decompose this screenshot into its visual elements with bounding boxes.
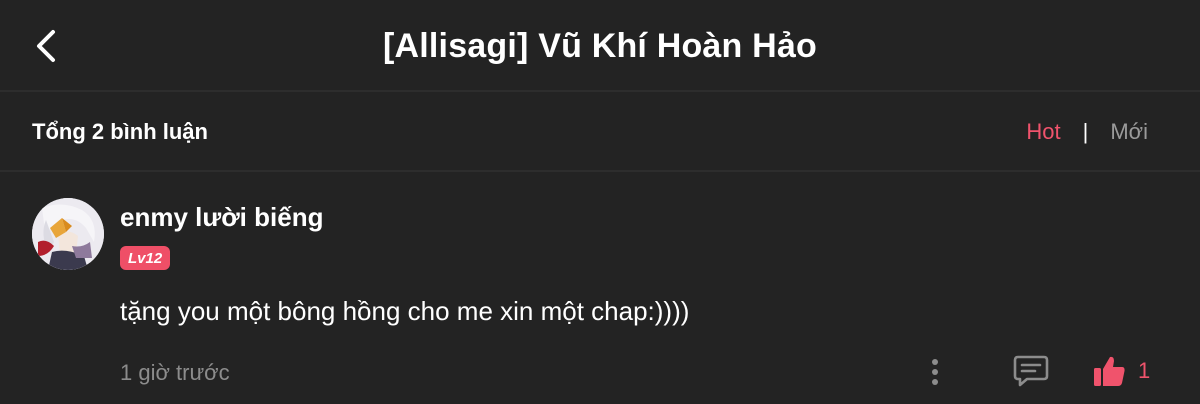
level-badge: Lv12	[120, 246, 171, 270]
avatar-image	[32, 198, 104, 270]
vertical-dots-icon	[932, 359, 938, 385]
comment-text: tặng you một bông hồng cho me xin một ch…	[120, 296, 690, 326]
avatar[interactable]	[32, 198, 104, 270]
sort-new-tab[interactable]: Mới	[1110, 119, 1148, 145]
comment-total-label: Tổng 2 bình luận	[32, 119, 208, 144]
comment-timestamp: 1 giờ trước	[120, 360, 230, 385]
comment-username[interactable]: enmy lười biếng	[120, 202, 323, 233]
comments-toolbar: Tổng 2 bình luận Hot | Mới	[0, 92, 1200, 172]
top-app-bar: [Allisagi] Vũ Khí Hoàn Hảo	[0, 0, 1200, 92]
comment-item: enmy lười biếng Lv12 tặng you một bông h…	[0, 172, 1200, 404]
thumbs-up-icon	[1094, 356, 1125, 386]
page-title: [Allisagi] Vũ Khí Hoàn Hảo	[382, 26, 817, 65]
comment-bubble-icon	[1013, 355, 1049, 387]
sort-hot-tab[interactable]: Hot	[1026, 119, 1060, 145]
chevron-left-icon	[37, 30, 55, 62]
like-button[interactable]: 1	[1092, 350, 1150, 392]
sort-separator: |	[1082, 119, 1089, 144]
back-button[interactable]	[26, 26, 66, 66]
more-options-button[interactable]	[920, 352, 950, 392]
sort-switch: Hot | Mới	[1026, 92, 1148, 172]
like-count: 1	[1138, 358, 1151, 383]
reply-button[interactable]	[1010, 350, 1052, 392]
